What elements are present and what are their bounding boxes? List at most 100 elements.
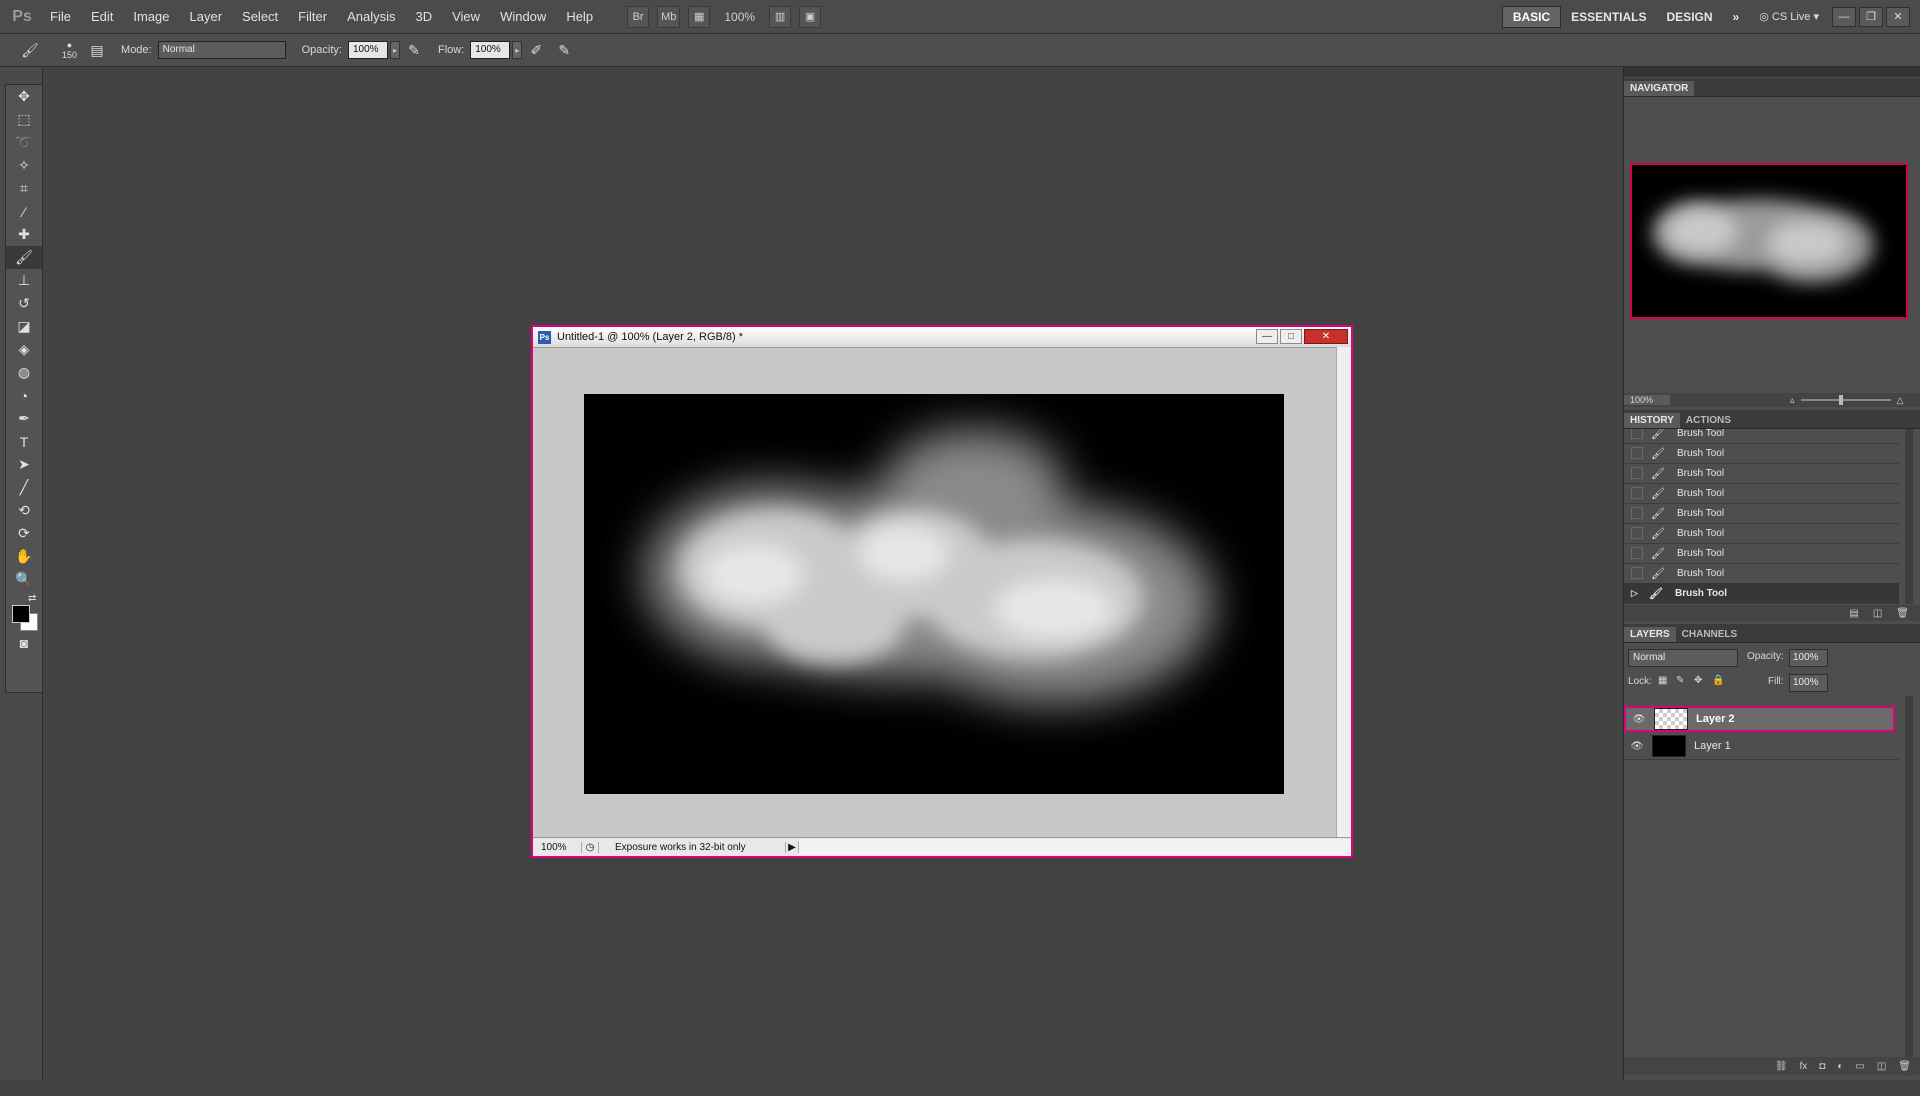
layer-opacity-input[interactable]: 100% — [1789, 649, 1828, 667]
status-zoom-field[interactable]: 100% — [533, 841, 582, 853]
fill-input[interactable]: 100% — [1789, 674, 1828, 692]
new-group-icon[interactable]: ▭ — [1855, 1061, 1864, 1072]
document-title-bar[interactable]: Ps Untitled-1 @ 100% (Layer 2, RGB/8) * … — [533, 327, 1351, 348]
menu-3d[interactable]: 3D — [405, 9, 442, 24]
eyedropper-tool-icon[interactable]: ⁄ — [6, 200, 42, 223]
tab-history[interactable]: HISTORY — [1624, 413, 1680, 428]
document-canvas[interactable] — [584, 394, 1284, 794]
document-horizontal-scrollbar[interactable] — [799, 839, 1351, 855]
new-document-from-state-icon[interactable]: ▤ — [1849, 608, 1858, 619]
doc-minimize-button[interactable]: — — [1256, 329, 1278, 344]
zoom-tool-icon[interactable]: 🔍 — [6, 568, 42, 591]
move-tool-icon[interactable]: ✥ — [6, 85, 42, 108]
brush-size-picker[interactable]: ● 150 — [62, 40, 77, 60]
workspace-design[interactable]: DESIGN — [1657, 7, 1723, 27]
more-workspaces-icon[interactable]: » — [1723, 7, 1750, 27]
history-item[interactable]: 🖌 Brush Tool — [1624, 523, 1899, 544]
doc-maximize-button[interactable]: □ — [1280, 329, 1302, 344]
history-brush-tool-icon[interactable]: ↺ — [6, 292, 42, 315]
pressure-opacity-icon[interactable]: ✎ — [404, 40, 424, 60]
type-tool-icon[interactable]: T — [6, 430, 42, 453]
swap-colors-icon[interactable]: ⇄ — [28, 593, 36, 604]
document-vertical-scrollbar[interactable] — [1336, 347, 1351, 841]
flow-input[interactable]: 100% — [470, 41, 511, 59]
history-item[interactable]: 🖌 Brush Tool — [1624, 463, 1899, 484]
brush-panel-toggle-icon[interactable]: ▤ — [87, 40, 107, 60]
visibility-eye-icon[interactable]: 👁 — [1628, 741, 1646, 752]
tab-channels[interactable]: CHANNELS — [1676, 627, 1744, 642]
menu-edit[interactable]: Edit — [81, 9, 123, 24]
quick-mask-icon[interactable]: ◙ — [6, 631, 42, 654]
workspace-basic[interactable]: BASIC — [1501, 5, 1562, 28]
delete-state-icon[interactable]: 🗑 — [1896, 608, 1909, 619]
quick-selection-tool-icon[interactable]: ✧ — [6, 154, 42, 177]
layer-blend-mode-select[interactable]: Normal — [1628, 649, 1738, 667]
navigator-zoom-slider[interactable] — [1800, 395, 1891, 405]
navigator-zoom-field[interactable]: 100% — [1624, 395, 1670, 405]
new-snapshot-icon[interactable]: ◫ — [1873, 608, 1882, 619]
history-item-current[interactable]: ▷ 🖌 Brush Tool — [1624, 583, 1899, 604]
3d-rotate-tool-icon[interactable]: ⟲ — [6, 499, 42, 522]
foreground-color-swatch[interactable] — [12, 605, 30, 623]
mode-select[interactable]: Normal — [157, 41, 286, 59]
adjustment-layer-icon[interactable]: ◐ — [1837, 1061, 1843, 1072]
menu-analysis[interactable]: Analysis — [337, 9, 405, 24]
arrange-documents-button[interactable]: ▥ — [769, 5, 792, 28]
line-tool-icon[interactable]: ╱ — [6, 476, 42, 499]
eraser-tool-icon[interactable]: ◪ — [6, 315, 42, 338]
layers-scrollbar[interactable] — [1905, 696, 1913, 1076]
healing-brush-tool-icon[interactable]: ✚ — [6, 223, 42, 246]
layer-row-layer-2[interactable]: 👁 Layer 2 — [1624, 706, 1895, 732]
status-info-icon[interactable]: ◷ — [582, 841, 599, 853]
blur-tool-icon[interactable]: ◍ — [6, 361, 42, 384]
app-minimize-button[interactable]: — — [1832, 6, 1856, 27]
app-close-button[interactable]: ✕ — [1886, 6, 1910, 27]
menu-window[interactable]: Window — [490, 9, 556, 24]
lock-all-icon[interactable]: 🔒 — [1712, 675, 1724, 686]
menu-image[interactable]: Image — [123, 9, 179, 24]
crop-tool-icon[interactable]: ⌗ — [6, 177, 42, 200]
history-item[interactable]: 🖌 Brush Tool — [1624, 503, 1899, 524]
history-item[interactable]: 🖌 Brush Tool — [1624, 429, 1899, 444]
menu-view[interactable]: View — [442, 9, 490, 24]
lock-image-icon[interactable]: ✎ — [1676, 675, 1684, 686]
link-layers-icon[interactable]: ⛓ — [1775, 1061, 1788, 1072]
delete-layer-icon[interactable]: 🗑 — [1898, 1061, 1911, 1072]
brush-tool-icon[interactable]: 🖌 — [6, 246, 42, 269]
history-item[interactable]: 🖌 Brush Tool — [1624, 443, 1899, 464]
bridge-button[interactable]: Br — [627, 5, 650, 28]
history-item[interactable]: 🖌 Brush Tool — [1624, 543, 1899, 564]
menu-help[interactable]: Help — [556, 9, 603, 24]
menu-filter[interactable]: Filter — [288, 9, 337, 24]
add-mask-icon[interactable]: ◘ — [1819, 1061, 1825, 1072]
doc-close-button[interactable]: ✕ — [1304, 329, 1348, 344]
workspace-essentials[interactable]: ESSENTIALS — [1561, 7, 1656, 27]
mini-bridge-button[interactable]: Mb — [657, 5, 681, 28]
layer-row-layer-1[interactable]: 👁 Layer 1 — [1624, 733, 1899, 760]
opacity-slider-arrow-icon[interactable]: ▸ — [389, 41, 400, 59]
lock-position-icon[interactable]: ✥ — [1694, 675, 1702, 686]
hand-tool-icon[interactable]: ✋ — [6, 545, 42, 568]
dock-collapse-bar[interactable] — [1624, 67, 1920, 77]
screen-mode-button[interactable]: ▣ — [799, 5, 822, 28]
history-scrollbar[interactable] — [1905, 429, 1913, 604]
marquee-tool-icon[interactable]: ⬚ — [6, 108, 42, 131]
zoom-out-icon[interactable]: ▵ — [1790, 395, 1795, 406]
tab-navigator[interactable]: NAVIGATOR — [1624, 81, 1695, 96]
brush-tool-preset-icon[interactable]: 🖌 — [20, 40, 40, 60]
menu-layer[interactable]: Layer — [180, 9, 233, 24]
menu-select[interactable]: Select — [232, 9, 288, 24]
view-extras-button[interactable]: ▦ — [688, 5, 711, 28]
tab-layers[interactable]: LAYERS — [1624, 627, 1676, 642]
history-item[interactable]: 🖌 Brush Tool — [1624, 483, 1899, 504]
flow-slider-arrow-icon[interactable]: ▸ — [512, 41, 523, 59]
lock-transparent-icon[interactable]: ▦ — [1658, 675, 1667, 686]
opacity-input[interactable]: 100% — [347, 41, 388, 59]
layer-style-icon[interactable]: fx — [1800, 1061, 1808, 1072]
status-menu-arrow-icon[interactable]: ▶ — [785, 841, 799, 853]
zoom-in-icon[interactable]: △ — [1897, 395, 1904, 406]
lasso-tool-icon[interactable]: ➰ — [6, 131, 42, 154]
dodge-tool-icon[interactable]: ◔ — [6, 384, 42, 407]
navigator-thumbnail[interactable] — [1630, 163, 1908, 319]
app-restore-button[interactable]: ❐ — [1859, 6, 1883, 27]
